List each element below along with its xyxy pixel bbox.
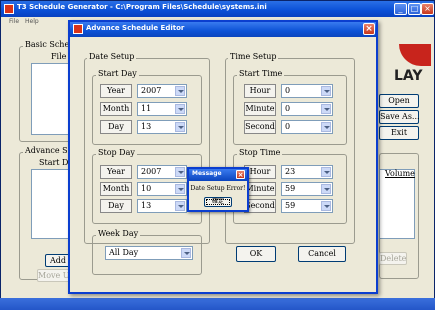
app-icon bbox=[4, 4, 14, 14]
maximize-icon[interactable]: □ bbox=[408, 3, 421, 15]
stop-hour-select[interactable]: 23 bbox=[281, 165, 333, 179]
start-second-label: Second bbox=[244, 120, 276, 134]
stop-minute-select[interactable]: 59 bbox=[281, 182, 333, 196]
taskbar bbox=[0, 298, 435, 310]
stop-hour-value: 23 bbox=[285, 167, 296, 176]
start-day-value: 13 bbox=[141, 122, 152, 131]
editor-titlebar[interactable]: Advance Schedule Editor × bbox=[70, 22, 376, 37]
start-day-field-label: Day bbox=[100, 120, 132, 134]
stop-day-select[interactable]: 13 bbox=[137, 199, 187, 213]
chevron-down-icon[interactable] bbox=[321, 184, 331, 194]
message-titlebar[interactable]: Message × bbox=[189, 169, 247, 181]
start-minute-value: 0 bbox=[285, 104, 291, 113]
chevron-down-icon[interactable] bbox=[175, 104, 185, 114]
start-hour-select[interactable]: 0 bbox=[281, 84, 333, 98]
menu-file[interactable]: File bbox=[9, 18, 19, 25]
chevron-down-icon[interactable] bbox=[181, 248, 191, 258]
main-window-title: T3 Schedule Generator - C:\Program Files… bbox=[17, 3, 267, 11]
start-day-select[interactable]: 13 bbox=[137, 120, 187, 134]
start-second-value: 0 bbox=[285, 122, 291, 131]
chevron-down-icon[interactable] bbox=[321, 167, 331, 177]
stop-year-select[interactable]: 2007 bbox=[137, 165, 187, 179]
stop-minute-value: 59 bbox=[285, 184, 296, 193]
stop-second-select[interactable]: 59 bbox=[281, 199, 333, 213]
stop-second-value: 59 bbox=[285, 201, 296, 210]
exit-button[interactable]: Exit bbox=[379, 126, 419, 140]
close-icon[interactable]: × bbox=[236, 170, 245, 179]
volume-list[interactable] bbox=[379, 169, 415, 239]
basic-schedule-list[interactable] bbox=[31, 63, 71, 135]
main-titlebar[interactable]: T3 Schedule Generator - C:\Program Files… bbox=[1, 1, 434, 17]
start-day-label: Start Day bbox=[96, 69, 139, 78]
start-time-label: Start Time bbox=[237, 69, 285, 78]
stop-time-label: Stop Time bbox=[237, 148, 283, 157]
message-title: Message bbox=[192, 170, 222, 177]
stop-day-label: Stop Day bbox=[96, 148, 137, 157]
start-year-value: 2007 bbox=[141, 86, 162, 95]
minimize-icon[interactable]: _ bbox=[394, 3, 407, 15]
chevron-down-icon[interactable] bbox=[175, 86, 185, 96]
close-icon[interactable]: × bbox=[421, 3, 434, 15]
week-day-select[interactable]: All Day bbox=[105, 246, 193, 260]
start-year-select[interactable]: 2007 bbox=[137, 84, 187, 98]
stop-month-select[interactable]: 10 bbox=[137, 182, 187, 196]
start-year-label: Year bbox=[100, 84, 132, 98]
stop-day-value: 13 bbox=[141, 201, 152, 210]
basic-list-header: File bbox=[51, 52, 67, 61]
chevron-down-icon[interactable] bbox=[175, 122, 185, 132]
delete-button[interactable]: Delete bbox=[379, 252, 407, 265]
logo-text: LAY bbox=[394, 68, 423, 84]
start-month-select[interactable]: 11 bbox=[137, 102, 187, 116]
message-dialog: Message × Date Setup Error! 確定 bbox=[187, 167, 249, 212]
open-button[interactable]: Open bbox=[379, 94, 419, 108]
start-minute-select[interactable]: 0 bbox=[281, 102, 333, 116]
week-day-value: All Day bbox=[109, 248, 139, 257]
menu-help[interactable]: Help bbox=[25, 18, 39, 25]
editor-title: Advance Schedule Editor bbox=[86, 24, 185, 32]
company-logo bbox=[399, 44, 431, 66]
volume-header: Volume bbox=[385, 169, 415, 178]
start-hour-value: 0 bbox=[285, 86, 291, 95]
chevron-down-icon[interactable] bbox=[321, 201, 331, 211]
stop-year-value: 2007 bbox=[141, 167, 162, 176]
close-icon[interactable]: × bbox=[363, 23, 375, 35]
message-text: Date Setup Error! bbox=[190, 185, 246, 192]
advance-schedule-list[interactable] bbox=[31, 169, 71, 239]
stop-year-label: Year bbox=[100, 165, 132, 179]
advance-schedule-editor-dialog: Advance Schedule Editor × Date Setup Sta… bbox=[68, 20, 378, 294]
chevron-down-icon[interactable] bbox=[321, 104, 331, 114]
cancel-button[interactable]: Cancel bbox=[298, 246, 346, 262]
start-second-select[interactable]: 0 bbox=[281, 120, 333, 134]
time-setup-label: Time Setup bbox=[228, 52, 279, 61]
chevron-down-icon[interactable] bbox=[175, 167, 185, 177]
ok-button[interactable]: OK bbox=[236, 246, 276, 262]
start-hour-label: Hour bbox=[244, 84, 276, 98]
start-month-value: 11 bbox=[141, 104, 152, 113]
stop-day-field-label: Day bbox=[100, 199, 132, 213]
move-up-button[interactable]: Move Up bbox=[37, 269, 75, 282]
week-day-label: Week Day bbox=[96, 229, 141, 238]
save-as-button[interactable]: Save As... bbox=[379, 110, 420, 124]
app-icon bbox=[73, 24, 83, 34]
start-month-label: Month bbox=[100, 102, 132, 116]
chevron-down-icon[interactable] bbox=[175, 184, 185, 194]
chevron-down-icon[interactable] bbox=[321, 86, 331, 96]
start-minute-label: Minute bbox=[244, 102, 276, 116]
date-setup-label: Date Setup bbox=[87, 52, 137, 61]
stop-month-value: 10 bbox=[141, 184, 152, 193]
chevron-down-icon[interactable] bbox=[175, 201, 185, 211]
stop-month-label: Month bbox=[100, 182, 132, 196]
chevron-down-icon[interactable] bbox=[321, 122, 331, 132]
message-ok-button[interactable]: 確定 bbox=[204, 197, 232, 207]
